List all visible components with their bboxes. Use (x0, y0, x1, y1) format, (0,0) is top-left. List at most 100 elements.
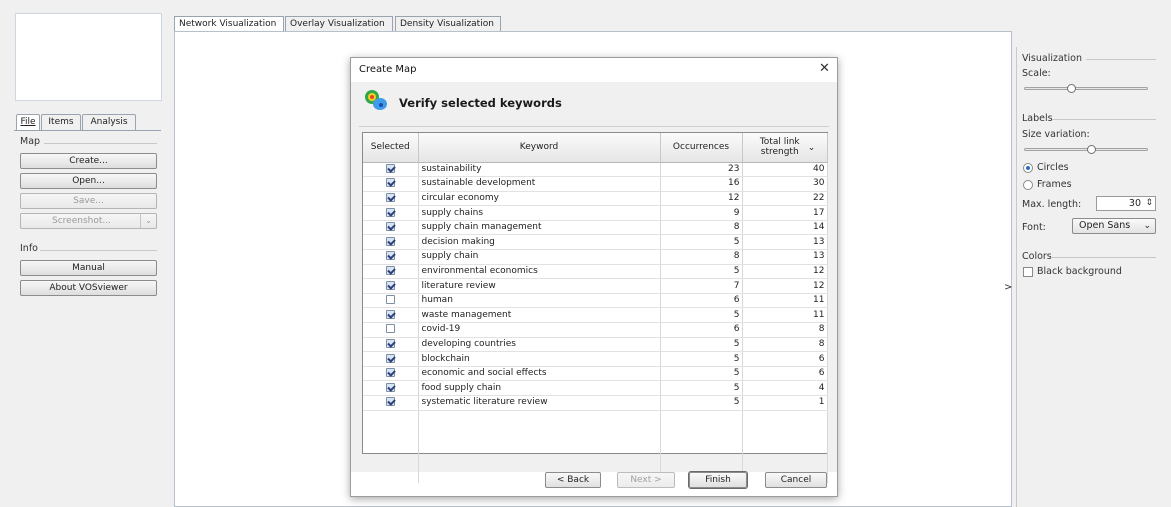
row-select-checkbox[interactable] (385, 338, 395, 348)
total-link-strength-cell: 40 (742, 162, 828, 178)
tab-file[interactable]: File (16, 114, 40, 131)
scale-slider-thumb[interactable] (1067, 84, 1076, 93)
table-row[interactable]: human 6 11 (363, 293, 828, 309)
total-link-strength-cell: 8 (742, 337, 828, 353)
row-select-checkbox[interactable] (385, 236, 395, 246)
total-link-strength-cell: 6 (742, 351, 828, 367)
selected-cell (363, 322, 419, 338)
empty-cell (742, 424, 828, 440)
table-row[interactable]: food supply chain 5 4 (363, 380, 828, 396)
row-select-checkbox[interactable] (385, 207, 395, 217)
row-select-checkbox[interactable] (385, 295, 395, 305)
cancel-button[interactable]: Cancel (765, 472, 827, 488)
next-button[interactable]: Next > (617, 472, 675, 488)
row-select-checkbox[interactable] (385, 324, 395, 334)
size-variation-slider-thumb[interactable] (1087, 145, 1096, 154)
row-select-checkbox[interactable] (385, 251, 395, 261)
row-select-checkbox[interactable] (385, 222, 395, 232)
column-header-occurrences[interactable]: Occurrences (660, 133, 743, 163)
empty-table-row (363, 410, 828, 425)
keyword-cell: decision making (418, 234, 661, 251)
map-group-divider (44, 143, 157, 144)
keyword-cell: environmental economics (418, 264, 661, 280)
total-link-strength-cell: 6 (742, 366, 828, 382)
table-row[interactable]: sustainability 23 40 (363, 162, 828, 178)
tab-network-visualization-label: Network Visualization (179, 19, 277, 29)
save-button[interactable]: Save... (20, 193, 157, 209)
table-row[interactable]: sustainable development 16 30 (363, 176, 828, 192)
keyword-cell: literature review (418, 278, 661, 294)
table-row[interactable]: covid-19 6 8 (363, 322, 828, 338)
table-header-row: Selected Keyword Occurrences Total link … (363, 133, 828, 163)
occurrences-cell: 5 (660, 380, 743, 396)
tab-density-visualization[interactable]: Density Visualization (395, 16, 501, 31)
size-variation-label: Size variation: (1022, 129, 1090, 140)
tab-analysis[interactable]: Analysis (82, 114, 136, 130)
table-row[interactable]: environmental economics 5 12 (363, 264, 828, 280)
total-link-strength-label: Total link strength (759, 137, 800, 158)
tab-items[interactable]: Items (41, 114, 81, 130)
empty-cell (742, 439, 828, 454)
max-length-spinner[interactable]: 30 ⇕ (1096, 196, 1156, 211)
scale-slider[interactable] (1024, 84, 1148, 93)
row-select-checkbox[interactable] (385, 382, 395, 392)
empty-cell (660, 439, 743, 454)
column-header-total-link-strength[interactable]: Total link strength ⌄ (742, 133, 828, 163)
colors-group-label: Colors (1022, 251, 1052, 262)
circles-radio[interactable] (1023, 163, 1033, 173)
selected-cell (363, 278, 419, 294)
frames-radio[interactable] (1023, 180, 1033, 190)
chevron-down-icon[interactable]: ⌄ (140, 214, 156, 228)
table-row[interactable]: waste management 5 11 (363, 307, 828, 324)
empty-cell (363, 424, 419, 440)
table-row[interactable]: supply chains 9 17 (363, 205, 828, 221)
tab-network-visualization[interactable]: Network Visualization (174, 16, 284, 31)
row-select-checkbox[interactable] (385, 397, 395, 407)
keyword-cell: human (418, 293, 661, 309)
manual-button[interactable]: Manual (20, 260, 157, 276)
row-select-checkbox[interactable] (385, 353, 395, 363)
selected-cell (363, 293, 419, 309)
row-select-checkbox[interactable] (385, 178, 395, 188)
table-row[interactable]: literature review 7 12 (363, 278, 828, 294)
selected-cell (363, 380, 419, 396)
collapse-panel-arrow-icon[interactable]: > (1004, 282, 1012, 293)
table-row[interactable]: supply chain 8 13 (363, 249, 828, 265)
keywords-table-container[interactable]: Selected Keyword Occurrences Total link … (362, 132, 828, 484)
row-select-checkbox[interactable] (385, 163, 395, 173)
finish-button[interactable]: Finish (689, 472, 747, 488)
font-select[interactable]: Open Sans ⌄ (1072, 218, 1156, 234)
row-select-checkbox[interactable] (385, 309, 395, 319)
labels-group-divider (1052, 119, 1156, 120)
black-background-checkbox[interactable] (1023, 267, 1033, 277)
table-row[interactable]: decision making 5 13 (363, 234, 828, 251)
occurrences-cell: 6 (660, 322, 743, 338)
spinner-arrows-icon[interactable]: ⇕ (1145, 197, 1153, 210)
empty-cell (742, 410, 828, 425)
table-row[interactable]: blockchain 5 6 (363, 351, 828, 367)
create-button[interactable]: Create... (20, 153, 157, 169)
close-icon[interactable]: ✕ (819, 61, 830, 76)
table-row[interactable]: developing countries 5 8 (363, 337, 828, 353)
logo-area (15, 13, 162, 101)
row-select-checkbox[interactable] (385, 265, 395, 275)
open-button[interactable]: Open... (20, 173, 157, 189)
occurrences-cell: 6 (660, 293, 743, 309)
size-variation-slider[interactable] (1024, 145, 1148, 154)
row-select-checkbox[interactable] (385, 192, 395, 202)
empty-table-row (363, 453, 828, 469)
total-link-strength-cell: 17 (742, 205, 828, 221)
row-select-checkbox[interactable] (385, 368, 395, 378)
back-button[interactable]: < Back (545, 472, 601, 488)
about-vosviewer-button[interactable]: About VOSviewer (20, 280, 157, 296)
table-row[interactable]: systematic literature review 5 1 (363, 395, 828, 411)
column-header-selected[interactable]: Selected (363, 133, 419, 163)
table-row[interactable]: economic and social effects 5 6 (363, 366, 828, 382)
row-select-checkbox[interactable] (385, 280, 395, 290)
tab-overlay-visualization[interactable]: Overlay Visualization (285, 16, 393, 31)
column-header-keyword[interactable]: Keyword (418, 133, 661, 163)
screenshot-button[interactable]: Screenshot... ⌄ (20, 213, 157, 229)
table-row[interactable]: supply chain management 8 14 (363, 220, 828, 236)
occurrences-cell: 5 (660, 307, 743, 324)
table-row[interactable]: circular economy 12 22 (363, 191, 828, 207)
